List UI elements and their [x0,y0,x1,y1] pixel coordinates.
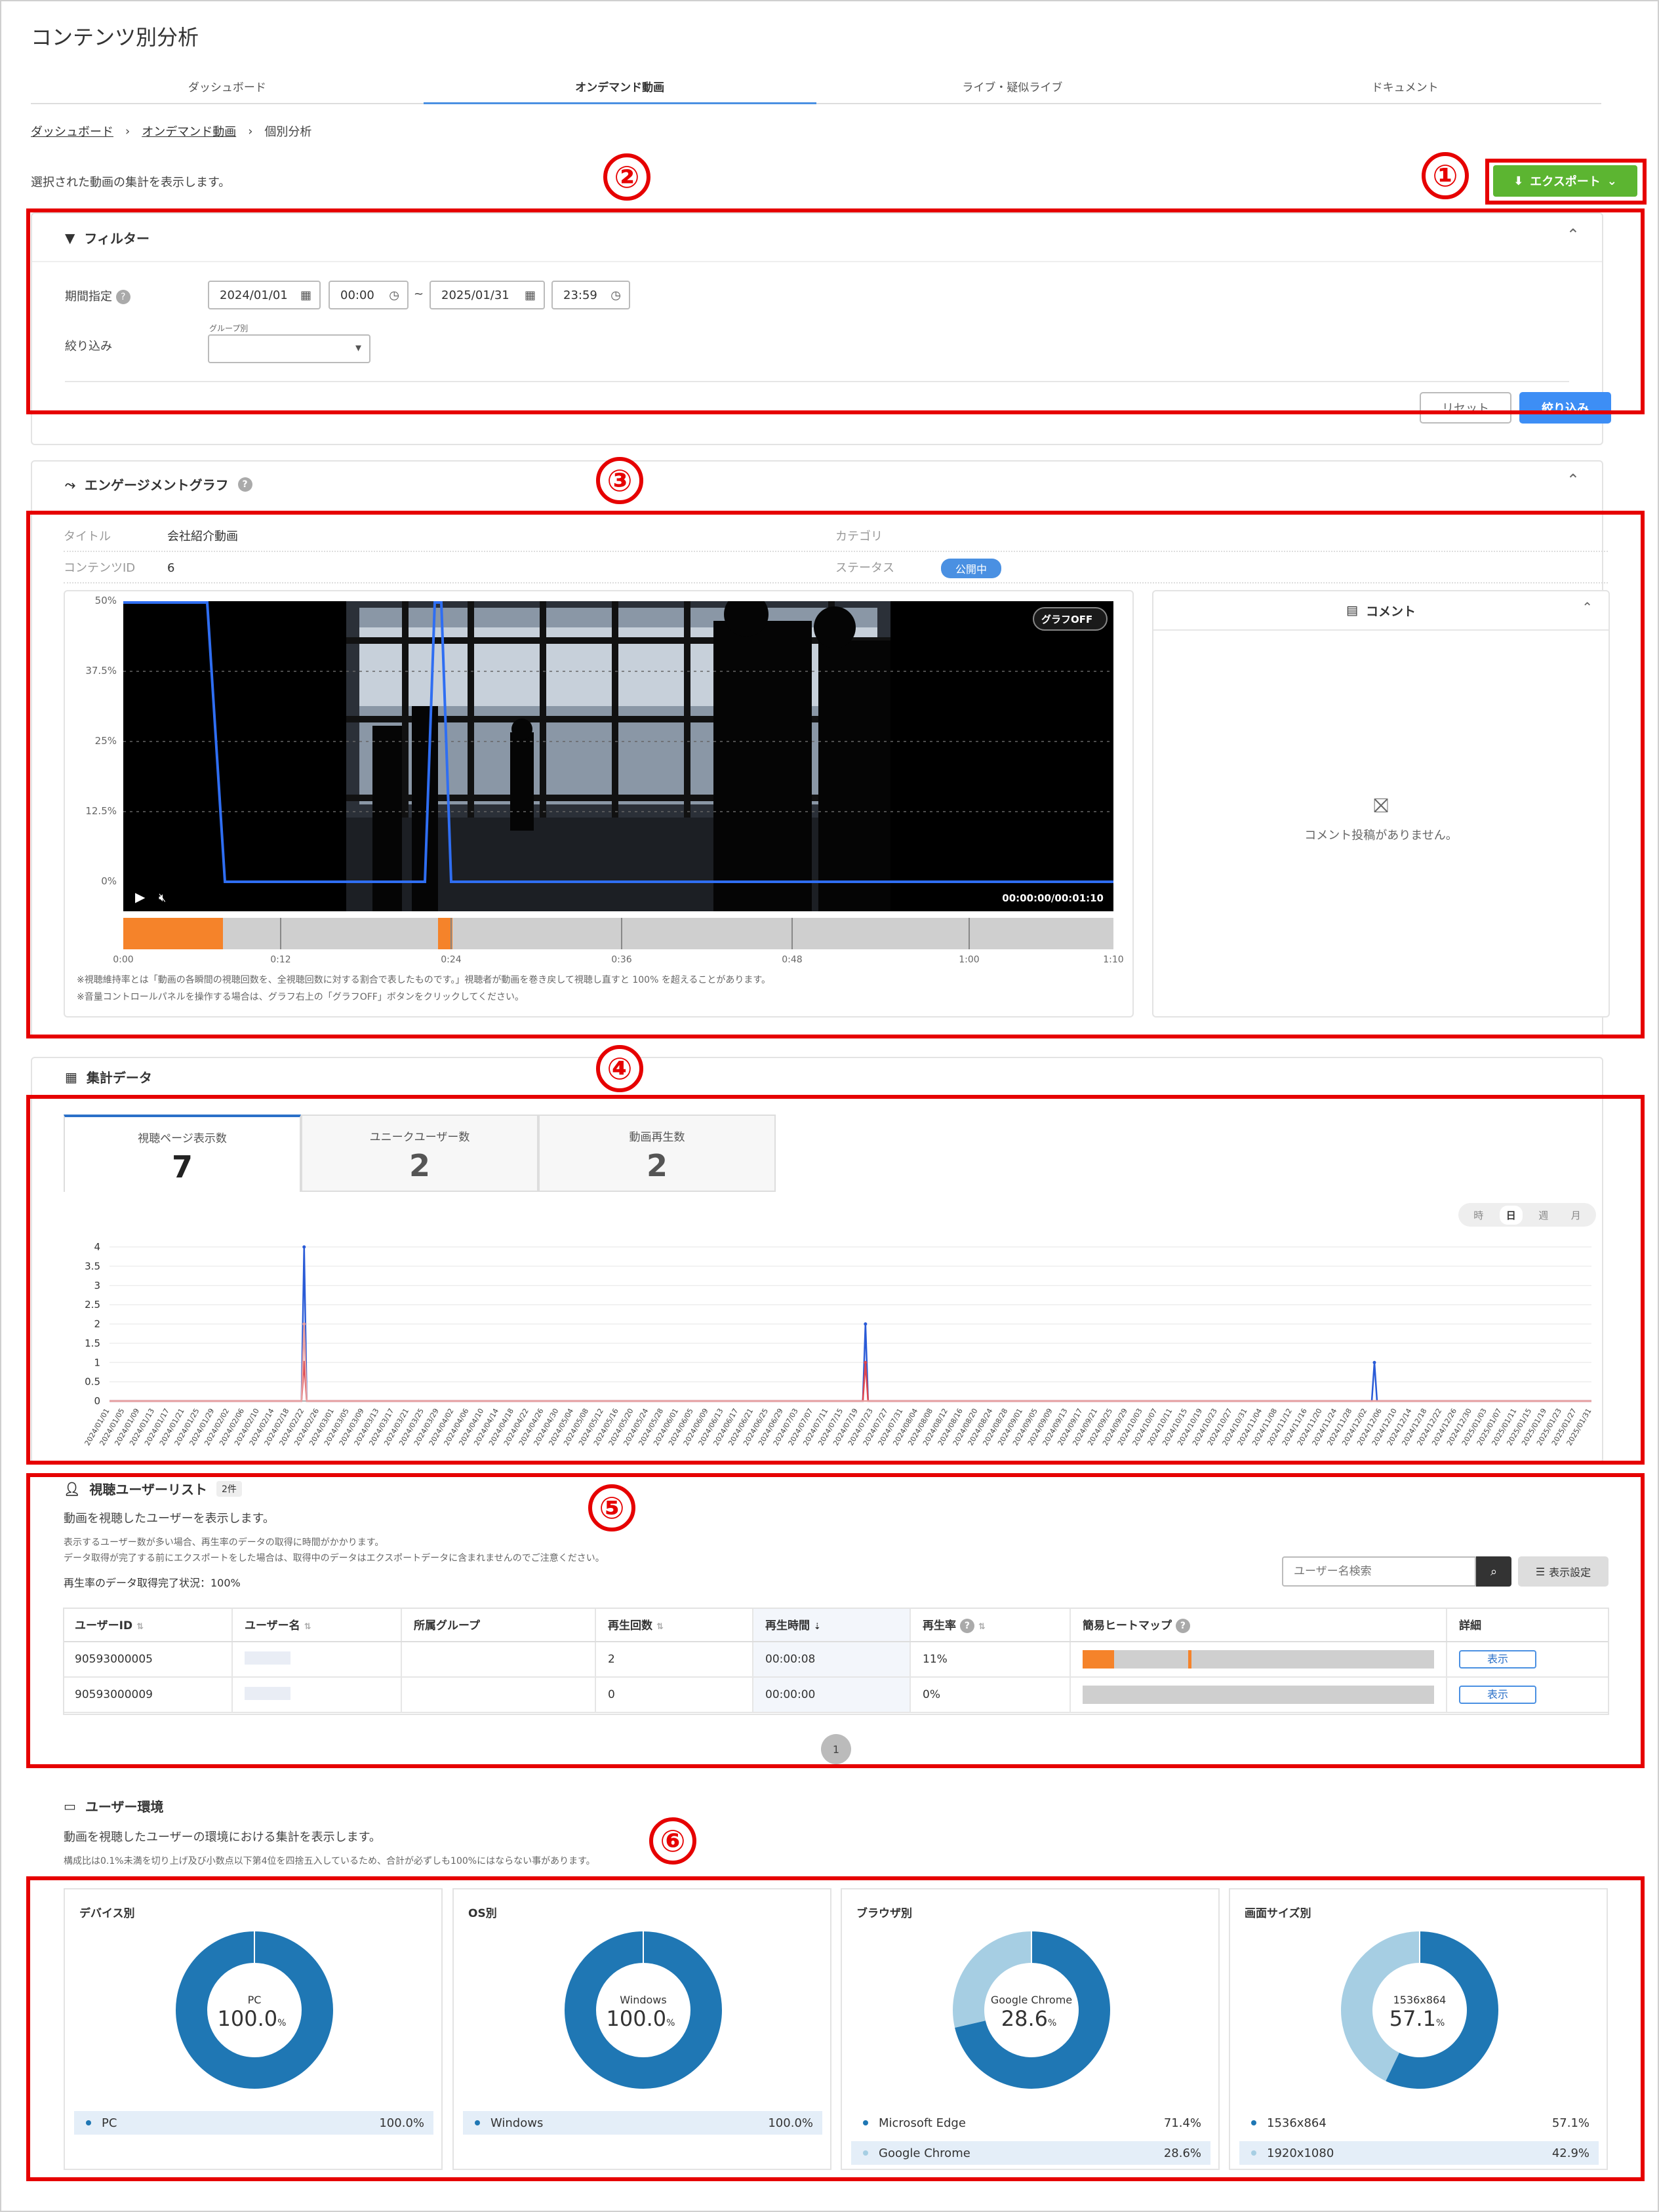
summary-title: 集計データ [86,1070,152,1086]
highlight-box-5 [26,1473,1645,1768]
breadcrumb: ダッシュボード › オンデマンド動画 › 個別分析 [31,123,311,140]
engagement-header[interactable]: ⤳ エンゲージメントグラフ ? [65,475,252,494]
callout-1: ① [1422,152,1469,199]
environment-title: ユーザー環境 [85,1799,164,1815]
callout-2: ② [603,153,650,201]
collapse-engagement-icon[interactable]: ⌃ [1567,471,1580,489]
tab-document[interactable]: ドキュメント [1209,70,1601,103]
environment-subtitle: 動画を視聴したユーザーの環境における集計を表示します。 [64,1830,381,1844]
highlight-box-2 [26,208,1645,414]
chevron-right-icon: › [248,124,253,138]
engagement-title: エンゲージメントグラフ [85,477,229,493]
highlight-box-3 [26,511,1645,1038]
summary-header: ▦ 集計データ [65,1067,152,1086]
help-icon[interactable]: ? [237,477,252,492]
highlight-box-4 [26,1095,1645,1465]
callout-4: ④ [596,1045,643,1092]
environment-header: ▭ ユーザー環境 [64,1796,164,1815]
devices-icon: ▭ [64,1798,76,1814]
tab-bar: ダッシュボード オンデマンド動画 ライブ・疑似ライブ ドキュメント [31,70,1601,104]
download-icon: ⬇ [1513,174,1524,188]
breadcrumb-dashboard[interactable]: ダッシュボード [31,123,113,140]
page-title: コンテンツ別分析 [31,25,199,50]
tab-live[interactable]: ライブ・疑似ライブ [816,70,1209,103]
breadcrumb-on-demand[interactable]: オンデマンド動画 [142,123,236,140]
dashboard-icon: ▦ [65,1069,77,1085]
highlight-box-6 [26,1876,1645,2181]
callout-6: ⑥ [649,1817,696,1865]
trend-icon: ⤳ [65,476,75,492]
export-label: エクスポート [1530,175,1601,189]
callout-3: ③ [596,457,643,504]
tab-dashboard[interactable]: ダッシュボード [31,70,424,103]
export-button[interactable]: ⬇ エクスポート ⌄ [1493,165,1637,197]
tab-on-demand[interactable]: オンデマンド動画 [423,70,816,104]
chevron-right-icon: › [125,124,130,138]
environment-note: 構成比は0.1%未満を切り上げ及び小数点以下第4位を四捨五入しているため、合計が… [64,1856,595,1866]
page-description: 選択された動画の集計を表示します。 [31,176,231,189]
callout-5: ⑤ [588,1484,635,1531]
chevron-down-icon: ⌄ [1607,174,1617,188]
breadcrumb-current: 個別分析 [264,125,312,139]
